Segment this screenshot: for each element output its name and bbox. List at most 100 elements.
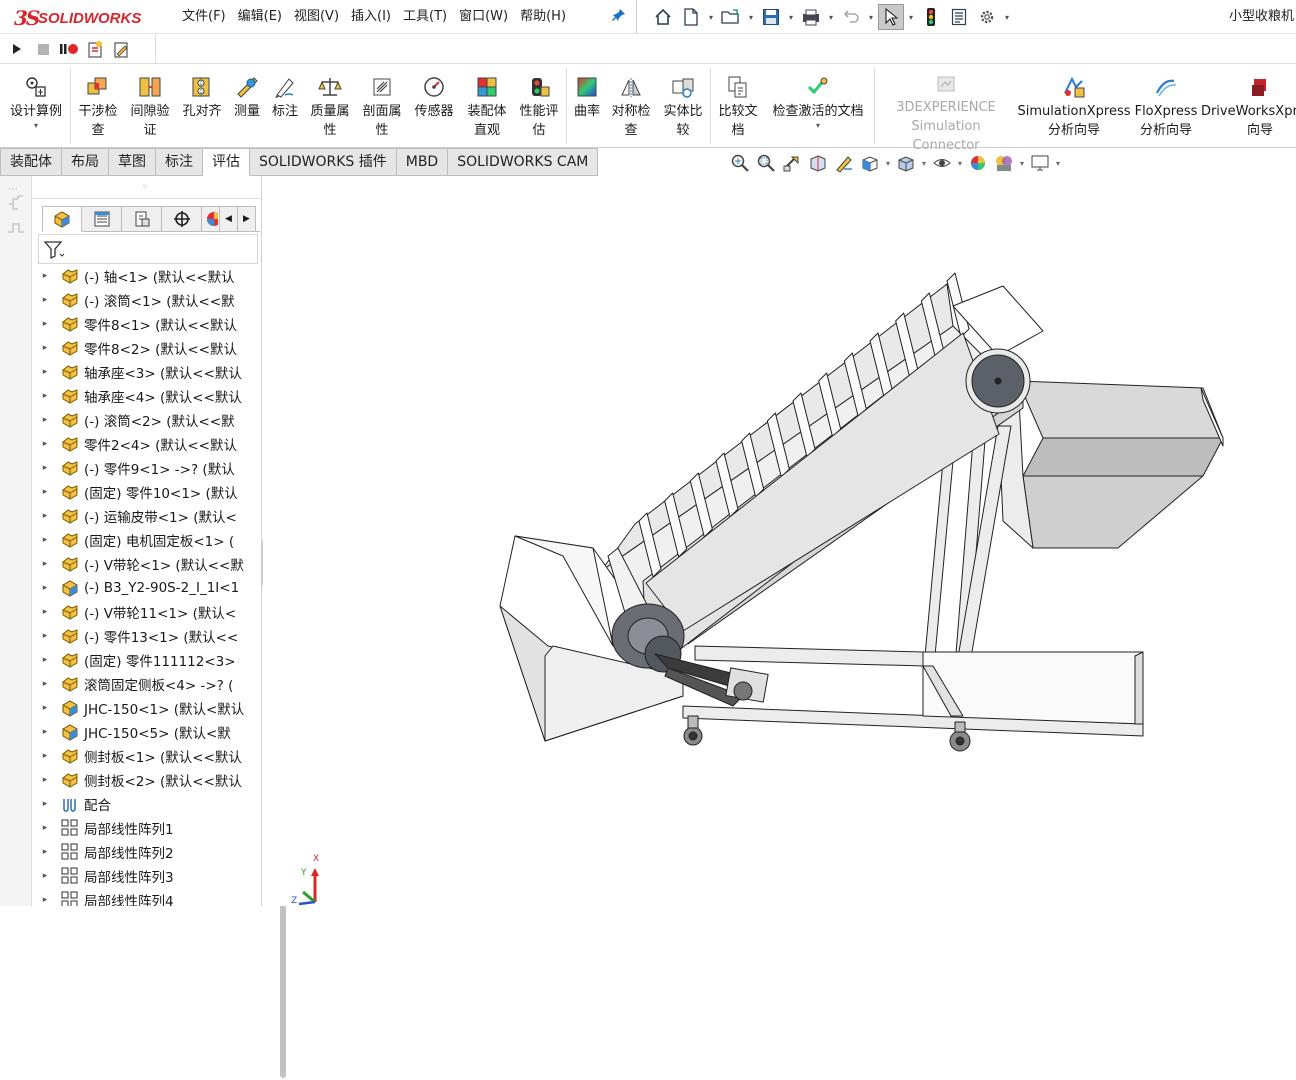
expand-arrow-icon[interactable]: ▸ bbox=[38, 775, 52, 785]
tree-item[interactable]: ▸ (-) V带轮11<1> (默认< bbox=[32, 600, 246, 624]
section-view-icon[interactable] bbox=[806, 151, 830, 175]
zoom-to-fit-icon[interactable] bbox=[728, 151, 752, 175]
tab-evaluate[interactable]: 评估 bbox=[203, 148, 250, 176]
tree-item[interactable]: ▸ 局部线性阵列3 bbox=[32, 864, 246, 888]
save-icon[interactable] bbox=[758, 4, 784, 30]
dynamic-annotation-icon[interactable] bbox=[832, 151, 856, 175]
tab-scroll-right-icon[interactable]: ▶ bbox=[238, 206, 256, 232]
tree-item[interactable]: ▸ 滚筒固定侧板<4> ->? ( bbox=[32, 672, 246, 696]
open-folder-icon[interactable] bbox=[718, 4, 744, 30]
tree-item[interactable]: ▸ (固定) 电机固定板<1> ( bbox=[32, 528, 246, 552]
print-icon[interactable] bbox=[798, 4, 824, 30]
tab-solidworks-addins[interactable]: SOLIDWORKS 插件 bbox=[250, 148, 397, 176]
solidworks-logo[interactable]: 3S SOLIDWORKS bbox=[14, 6, 152, 30]
undo-dropdown-icon[interactable]: ▾ bbox=[866, 13, 876, 22]
expand-arrow-icon[interactable]: ▸ bbox=[38, 871, 52, 881]
expand-arrow-icon[interactable]: ▸ bbox=[38, 751, 52, 761]
apply-scene-dropdown-icon[interactable]: ▾ bbox=[1018, 159, 1026, 168]
markup-button[interactable]: 标注 bbox=[266, 68, 304, 144]
tab-mbd[interactable]: MBD bbox=[396, 148, 449, 176]
tree-item[interactable]: ▸ 零件2<4> (默认<<默认 bbox=[32, 432, 246, 456]
tree-item[interactable]: ▸ 轴承座<4> (默认<<默认 bbox=[32, 384, 246, 408]
select-dropdown-icon[interactable]: ▾ bbox=[906, 13, 916, 22]
tree-item[interactable]: ▸ 局部线性阵列1 bbox=[32, 816, 246, 840]
home-icon[interactable] bbox=[650, 4, 676, 30]
expand-arrow-icon[interactable]: ▸ bbox=[38, 847, 52, 857]
tab-layout[interactable]: 布局 bbox=[62, 148, 109, 176]
tree-item[interactable]: ▸ JHC-150<5> (默认<默 bbox=[32, 720, 246, 744]
rebuild-traffic-light-icon[interactable] bbox=[918, 4, 944, 30]
tree-item[interactable]: ▸ 配合 bbox=[32, 792, 246, 816]
expand-arrow-icon[interactable]: ▸ bbox=[38, 271, 52, 281]
menu-view[interactable]: 视图(V) bbox=[288, 0, 345, 34]
save-dropdown-icon[interactable]: ▾ bbox=[786, 13, 796, 22]
compare-documents-button[interactable]: 比较文 档 bbox=[712, 68, 764, 144]
graphics-area[interactable]: X Y Z bbox=[263, 176, 1296, 906]
panel-grip-icon[interactable]: ◦ bbox=[142, 182, 148, 193]
options-gear-icon[interactable] bbox=[974, 4, 1000, 30]
tree-item[interactable]: ▸ (固定) 零件111112<3> bbox=[32, 648, 246, 672]
pin-menu-icon[interactable] bbox=[612, 8, 626, 26]
tree-item[interactable]: ▸ (-) 轴<1> (默认<<默认 bbox=[32, 264, 246, 288]
configuration-manager-icon[interactable] bbox=[122, 206, 162, 232]
play-icon[interactable] bbox=[6, 38, 28, 60]
expand-arrow-icon[interactable]: ▸ bbox=[38, 631, 52, 641]
3dexperience-simulation-connector-button[interactable]: 3DEXPERIENCE Simulation Connector bbox=[876, 68, 1016, 153]
tab-scroll-left-icon[interactable]: ◀ bbox=[220, 206, 238, 232]
tab-sketch[interactable]: 草图 bbox=[109, 148, 156, 176]
menu-tools[interactable]: 工具(T) bbox=[397, 0, 453, 34]
assembly-visualization-button[interactable]: 装配体 直观 bbox=[462, 68, 512, 144]
edit-appearance-icon[interactable] bbox=[966, 151, 990, 175]
expand-arrow-icon[interactable]: ▸ bbox=[38, 367, 52, 377]
symmetry-check-button[interactable]: 对称检 查 bbox=[606, 68, 656, 144]
tree-item[interactable]: ▸ (-) V带轮<1> (默认<<默 bbox=[32, 552, 246, 576]
file-properties-icon[interactable] bbox=[946, 4, 972, 30]
menu-edit[interactable]: 编辑(E) bbox=[232, 0, 288, 34]
view-settings-dropdown-icon[interactable]: ▾ bbox=[1054, 159, 1062, 168]
expand-arrow-icon[interactable]: ▸ bbox=[38, 487, 52, 497]
expand-arrow-icon[interactable]: ▸ bbox=[38, 655, 52, 665]
options-dropdown-icon[interactable]: ▾ bbox=[1002, 13, 1012, 22]
hide-show-items-icon[interactable] bbox=[930, 151, 954, 175]
simulationxpress-button[interactable]: SimulationXpress 分析向导 bbox=[1018, 68, 1131, 144]
display-style-dropdown-icon[interactable]: ▾ bbox=[920, 159, 928, 168]
expand-arrow-icon[interactable]: ▸ bbox=[38, 511, 52, 521]
select-pointer-icon[interactable] bbox=[878, 4, 904, 30]
tree-item[interactable]: ▸ (固定) 零件10<1> (默认 bbox=[32, 480, 246, 504]
expand-arrow-icon[interactable]: ▸ bbox=[38, 727, 52, 737]
interference-check-button[interactable]: 干涉检 查 bbox=[74, 68, 122, 144]
clearance-verify-button[interactable]: 间隙验 证 bbox=[124, 68, 176, 144]
design-study-button[interactable]: 设计算例 ▾ bbox=[2, 68, 70, 144]
section-properties-button[interactable]: 剖面属 性 bbox=[358, 68, 406, 144]
menu-insert[interactable]: 插入(I) bbox=[345, 0, 397, 34]
tree-item[interactable]: ▸ 局部线性阵列2 bbox=[32, 840, 246, 864]
performance-evaluation-button[interactable]: 性能评 估 bbox=[514, 68, 564, 144]
tree-item[interactable]: ▸ JHC-150<1> (默认<默认 bbox=[32, 696, 246, 720]
expand-arrow-icon[interactable]: ▸ bbox=[38, 415, 52, 425]
hide-show-dropdown-icon[interactable]: ▾ bbox=[956, 159, 964, 168]
expand-arrow-icon[interactable]: ▸ bbox=[38, 535, 52, 545]
expand-arrow-icon[interactable]: ▸ bbox=[38, 607, 52, 617]
expand-arrow-icon[interactable]: ▸ bbox=[38, 823, 52, 833]
tree-display-icon[interactable] bbox=[6, 194, 26, 216]
previous-view-icon[interactable] bbox=[780, 151, 804, 175]
expand-arrow-icon[interactable]: ▸ bbox=[38, 463, 52, 473]
zoom-to-area-icon[interactable] bbox=[754, 151, 778, 175]
tree-item[interactable]: ▸ 侧封板<1> (默认<<默认 bbox=[32, 744, 246, 768]
sensor-button[interactable]: 传感器 bbox=[408, 68, 460, 144]
new-document-icon[interactable] bbox=[678, 4, 704, 30]
view-orientation-dropdown-icon[interactable]: ▾ bbox=[884, 159, 892, 168]
view-orientation-icon[interactable] bbox=[858, 151, 882, 175]
tab-markup[interactable]: 标注 bbox=[156, 148, 203, 176]
filter-icon[interactable] bbox=[43, 239, 67, 265]
tree-item[interactable]: ▸ (-) B3_Y2-90S-2_I_1I<1 bbox=[32, 576, 246, 600]
expand-arrow-icon[interactable]: ▸ bbox=[38, 703, 52, 713]
feature-tree-filter[interactable] bbox=[38, 234, 258, 264]
flyout-icon[interactable] bbox=[6, 220, 26, 240]
stop-icon[interactable] bbox=[32, 38, 54, 60]
expand-arrow-icon[interactable]: ▸ bbox=[38, 391, 52, 401]
tree-item[interactable]: ▸ (-) 零件13<1> (默认<< bbox=[32, 624, 246, 648]
tree-item[interactable]: ▸ (-) 零件9<1> ->? (默认 bbox=[32, 456, 246, 480]
open-dropdown-icon[interactable]: ▾ bbox=[746, 13, 756, 22]
compare-bodies-button[interactable]: 实体比 较 bbox=[658, 68, 708, 144]
